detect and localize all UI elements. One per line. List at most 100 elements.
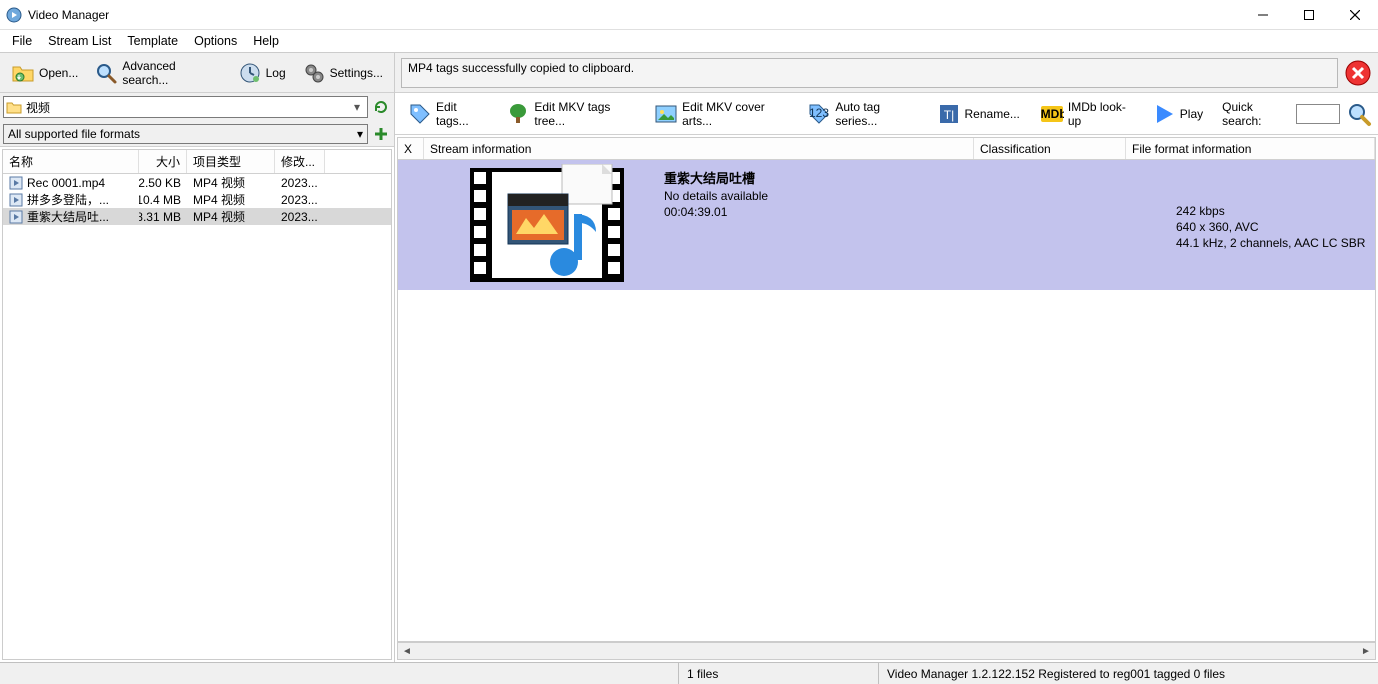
- edit-mkv-cover-label: Edit MKV cover arts...: [682, 100, 787, 128]
- stream-header: X Stream information Classification File…: [398, 138, 1375, 160]
- stream-thumbnail: [440, 164, 654, 286]
- menu-options[interactable]: Options: [186, 32, 245, 50]
- log-icon: [238, 61, 262, 85]
- cover-art-icon: [654, 102, 678, 126]
- stream-bitrate: 242 kbps: [1176, 204, 1369, 218]
- filter-row: All supported file formats ▾: [0, 121, 394, 147]
- file-name: 拼多多登陆，...: [27, 191, 109, 208]
- col-size[interactable]: 大小: [139, 150, 187, 173]
- stream-resolution: 640 x 360, AVC: [1176, 220, 1369, 234]
- status-bar: 1 files Video Manager 1.2.122.152 Regist…: [0, 662, 1378, 684]
- stream-info-text: 重紫大结局吐槽 No details available 00:04:39.01: [664, 164, 1004, 219]
- stream-body[interactable]: 重紫大结局吐槽 No details available 00:04:39.01…: [398, 160, 1375, 641]
- filter-label: All supported file formats: [8, 127, 140, 141]
- add-filter-button[interactable]: [371, 124, 391, 144]
- status-version: Video Manager 1.2.122.152 Registered to …: [878, 663, 1378, 684]
- chevron-down-icon: ▾: [357, 127, 363, 141]
- path-combobox[interactable]: 视频 ▾: [3, 96, 368, 118]
- col-date[interactable]: 修改...: [275, 150, 325, 173]
- auto-tag-icon: 123: [807, 102, 831, 126]
- col-x[interactable]: X: [398, 138, 424, 159]
- rename-icon: T|: [937, 102, 961, 126]
- col-classification[interactable]: Classification: [974, 138, 1126, 159]
- chevron-down-icon: ▾: [349, 99, 365, 115]
- advanced-search-button[interactable]: Advanced search...: [87, 57, 228, 89]
- minimize-button[interactable]: [1240, 0, 1286, 30]
- scroll-left-icon[interactable]: ◄: [398, 643, 416, 659]
- right-toolbar: Edit tags... Edit MKV tags tree... Edit …: [395, 93, 1378, 135]
- filter-combobox[interactable]: All supported file formats ▾: [3, 124, 368, 144]
- file-row[interactable]: Rec 0001.mp4 2.50 KBMP4 视频2023...: [3, 174, 391, 191]
- menu-stream-list[interactable]: Stream List: [40, 32, 119, 50]
- quick-search-button[interactable]: [1346, 100, 1372, 128]
- col-type[interactable]: 项目类型: [187, 150, 275, 173]
- col-name[interactable]: 名称: [3, 150, 139, 173]
- advanced-search-label: Advanced search...: [122, 59, 221, 87]
- stream-row[interactable]: 重紫大结局吐槽 No details available 00:04:39.01…: [398, 160, 1375, 290]
- file-date: 2023...: [275, 210, 325, 224]
- status-message-box: MP4 tags successfully copied to clipboar…: [401, 58, 1338, 88]
- title-bar: Video Manager: [0, 0, 1378, 30]
- video-file-icon: [9, 193, 23, 207]
- file-row[interactable]: 重紫大结局吐...8.31 MBMP4 视频2023...: [3, 208, 391, 225]
- col-file-format[interactable]: File format information: [1126, 138, 1375, 159]
- file-size: 2.50 KB: [139, 176, 187, 190]
- status-row: MP4 tags successfully copied to clipboar…: [395, 53, 1378, 93]
- settings-button[interactable]: Settings...: [295, 57, 390, 89]
- settings-label: Settings...: [330, 66, 383, 80]
- gear-icon: [302, 61, 326, 85]
- horizontal-scrollbar[interactable]: ◄ ►: [397, 642, 1376, 660]
- folder-icon: [6, 99, 22, 115]
- left-toolbar: Open... Advanced search... Log Settings.…: [0, 53, 394, 93]
- auto-tag-button[interactable]: 123 Auto tag series...: [800, 98, 923, 130]
- left-panel: Open... Advanced search... Log Settings.…: [0, 53, 395, 662]
- scroll-right-icon[interactable]: ►: [1357, 643, 1375, 659]
- imdb-label: IMDb look-up: [1068, 100, 1132, 128]
- close-button[interactable]: [1332, 0, 1378, 30]
- tag-icon: [408, 102, 432, 126]
- edit-mkv-cover-button[interactable]: Edit MKV cover arts...: [647, 98, 794, 130]
- open-button[interactable]: Open...: [4, 57, 85, 89]
- file-type: MP4 视频: [187, 191, 275, 208]
- svg-text:123: 123: [809, 106, 829, 120]
- maximize-button[interactable]: [1286, 0, 1332, 30]
- file-size: 10.4 MB: [139, 193, 187, 207]
- quick-search-input[interactable]: [1296, 104, 1340, 124]
- file-date: 2023...: [275, 176, 325, 190]
- imdb-button[interactable]: IMDb IMDb look-up: [1033, 98, 1139, 130]
- file-name: Rec 0001.mp4: [27, 176, 105, 190]
- file-row[interactable]: 拼多多登陆，...10.4 MBMP4 视频2023...: [3, 191, 391, 208]
- svg-text:T|: T|: [943, 108, 953, 122]
- log-label: Log: [266, 66, 286, 80]
- file-type: MP4 视频: [187, 174, 275, 191]
- stream-duration: 00:04:39.01: [664, 205, 1004, 219]
- play-icon: [1152, 102, 1176, 126]
- file-size: 8.31 MB: [139, 210, 187, 224]
- path-row: 视频 ▾: [0, 93, 394, 121]
- status-empty: [0, 663, 678, 684]
- refresh-button[interactable]: [371, 97, 391, 117]
- file-list[interactable]: 名称 大小 项目类型 修改... Rec 0001.mp4 2.50 KBMP4 …: [2, 149, 392, 660]
- tree-icon: [506, 102, 530, 126]
- quick-search-label: Quick search:: [1222, 100, 1290, 128]
- col-stream-info[interactable]: Stream information: [424, 138, 974, 159]
- edit-tags-button[interactable]: Edit tags...: [401, 98, 493, 130]
- dismiss-status-button[interactable]: [1344, 59, 1372, 87]
- file-name: 重紫大结局吐...: [27, 208, 109, 225]
- imdb-icon: IMDb: [1040, 102, 1064, 126]
- rename-label: Rename...: [965, 107, 1020, 121]
- path-label: 视频: [26, 99, 50, 116]
- menu-bar: File Stream List Template Options Help: [0, 30, 1378, 52]
- search-icon: [94, 61, 118, 85]
- menu-help[interactable]: Help: [245, 32, 287, 50]
- log-button[interactable]: Log: [231, 57, 293, 89]
- menu-template[interactable]: Template: [119, 32, 186, 50]
- play-label: Play: [1180, 107, 1203, 121]
- rename-button[interactable]: T| Rename...: [930, 98, 1027, 130]
- play-button[interactable]: Play: [1145, 98, 1210, 130]
- svg-text:IMDb: IMDb: [1040, 107, 1064, 121]
- right-panel: MP4 tags successfully copied to clipboar…: [395, 53, 1378, 662]
- menu-file[interactable]: File: [4, 32, 40, 50]
- stream-title: 重紫大结局吐槽: [664, 168, 1004, 187]
- edit-mkv-tree-button[interactable]: Edit MKV tags tree...: [499, 98, 641, 130]
